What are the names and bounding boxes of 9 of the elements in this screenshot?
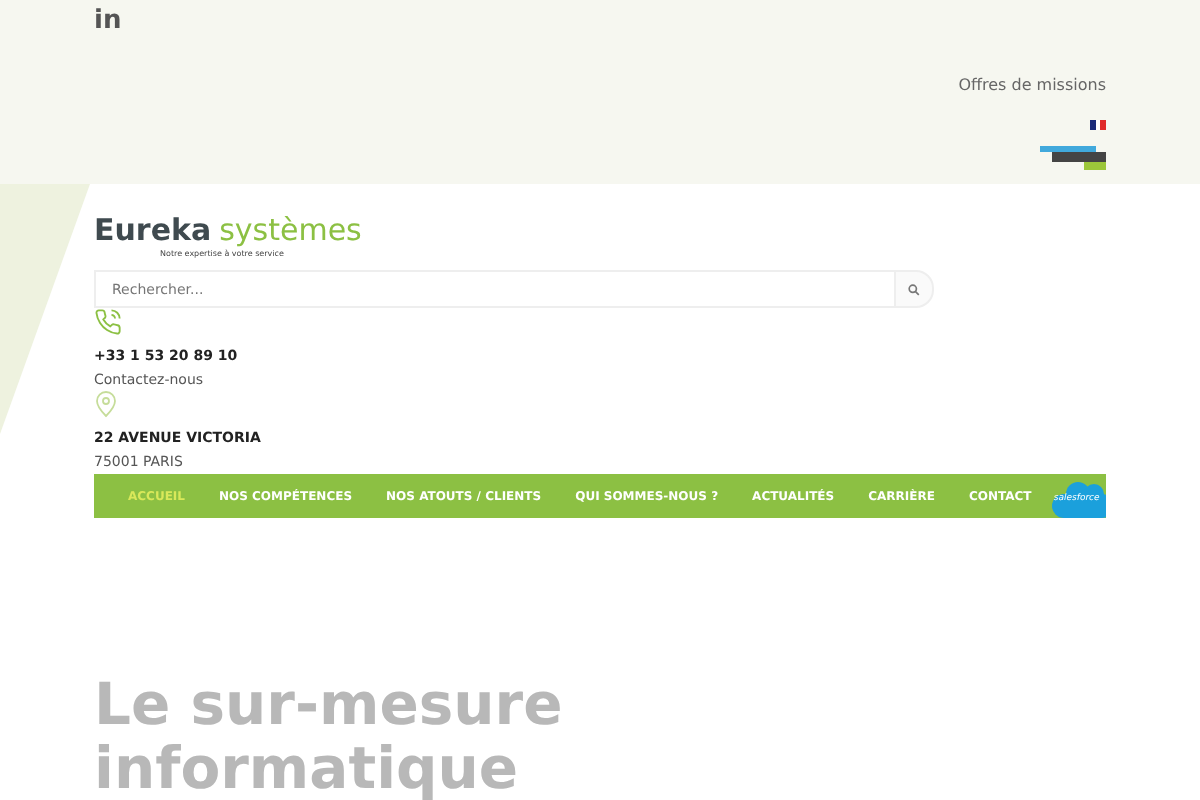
missions-link[interactable]: Offres de missions [958,76,1106,94]
group-logo-drawing [1040,146,1106,170]
map-pin-icon [94,390,118,418]
linkedin-link[interactable]: in [94,6,122,36]
french-flag-icon[interactable] [1090,120,1106,130]
phone-icon [94,308,122,336]
search-icon [908,283,920,295]
hero-heading: Le sur-mesure informatique [94,672,565,800]
search-button[interactable] [894,270,934,308]
